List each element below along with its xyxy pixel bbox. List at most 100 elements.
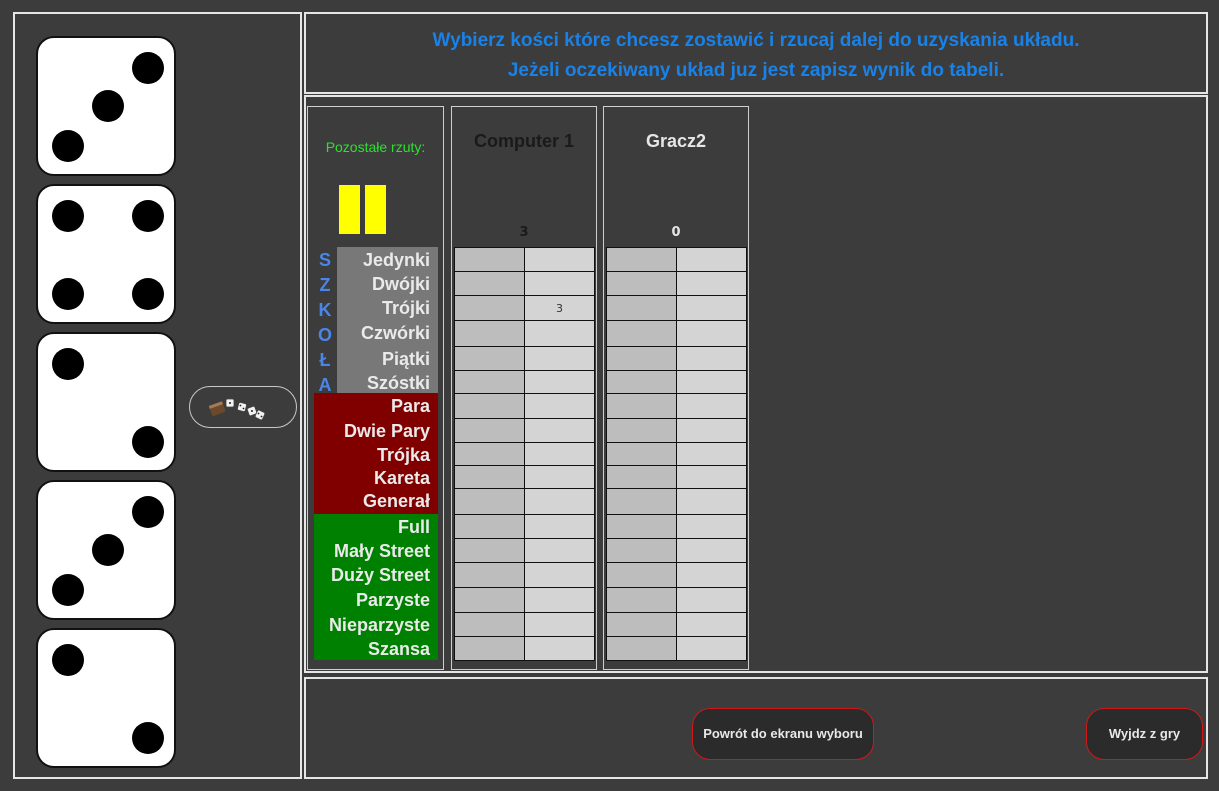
score-cell[interactable] (606, 514, 677, 539)
score-cell[interactable] (524, 538, 595, 563)
score-cell[interactable] (606, 247, 677, 272)
score-cell[interactable] (524, 514, 595, 539)
instruction-line-1: Wybierz kości które chcesz zostawić i rz… (432, 30, 1080, 51)
score-cell[interactable] (606, 442, 677, 466)
score-cell[interactable] (454, 271, 525, 296)
die-5[interactable] (36, 628, 176, 768)
score-cell[interactable] (606, 612, 677, 637)
score-cell[interactable] (606, 271, 677, 296)
score-cell[interactable] (524, 587, 595, 613)
score-cell[interactable]: 3 (524, 295, 595, 321)
category-label: Jedynki (362, 250, 430, 270)
die-pip (52, 574, 84, 606)
score-cell[interactable] (606, 418, 677, 443)
die-pip (52, 278, 84, 310)
die-pip (92, 90, 124, 122)
die-2[interactable] (36, 184, 176, 324)
score-cell[interactable] (454, 295, 525, 321)
category-label: Para (390, 396, 430, 416)
roll-dice-button[interactable] (189, 386, 297, 428)
score-cell[interactable] (606, 346, 677, 371)
die-pip (132, 722, 164, 754)
score-cell[interactable] (676, 538, 747, 563)
die-pip (52, 200, 84, 232)
score-cell[interactable] (454, 442, 525, 466)
score-cell[interactable] (454, 247, 525, 272)
score-cell[interactable] (676, 465, 747, 489)
score-cell[interactable] (454, 514, 525, 539)
footer-panel: Powrót do ekranu wyboru Wyjdz z gry (304, 677, 1208, 779)
category-label: Full (398, 517, 430, 537)
category-label: Trójka (376, 445, 430, 465)
score-cell[interactable] (454, 418, 525, 443)
score-cell[interactable] (524, 247, 595, 272)
score-cell[interactable] (676, 636, 747, 661)
score-cell[interactable] (676, 271, 747, 296)
score-cell[interactable] (524, 320, 595, 347)
score-cell[interactable] (606, 538, 677, 563)
instruction-line-2: Jeżeli oczekiwany układ juz jest zapisz … (507, 60, 1005, 81)
score-cell[interactable] (454, 346, 525, 371)
score-cell[interactable] (524, 612, 595, 637)
score-cell[interactable] (606, 465, 677, 489)
score-cell[interactable] (524, 488, 595, 515)
die-pip (132, 426, 164, 458)
score-cell[interactable] (454, 393, 525, 419)
score-cell[interactable] (676, 587, 747, 613)
score-cell[interactable] (454, 562, 525, 588)
player-total-score: 3 (519, 225, 529, 240)
score-cell[interactable] (524, 636, 595, 661)
score-cell[interactable] (524, 465, 595, 489)
score-cell[interactable] (676, 247, 747, 272)
score-cell[interactable] (606, 562, 677, 588)
die-pip (92, 534, 124, 566)
category-label: Duży Street (330, 565, 430, 585)
die-pip (52, 130, 84, 162)
exit-game-button[interactable]: Wyjdz z gry (1086, 708, 1203, 760)
score-cell[interactable] (524, 418, 595, 443)
score-cell[interactable] (524, 346, 595, 371)
die-3[interactable] (36, 332, 176, 472)
score-cell[interactable] (454, 587, 525, 613)
score-cell[interactable] (454, 612, 525, 637)
remaining-roll-bar (365, 185, 386, 234)
score-cell[interactable] (676, 442, 747, 466)
score-cell[interactable] (606, 488, 677, 515)
score-cell[interactable] (454, 465, 525, 489)
score-cell[interactable] (454, 370, 525, 394)
score-cell[interactable] (606, 295, 677, 321)
score-cell[interactable] (524, 393, 595, 419)
die-pip (132, 496, 164, 528)
score-cell[interactable] (524, 370, 595, 394)
score-cell[interactable] (676, 295, 747, 321)
score-cell[interactable] (454, 538, 525, 563)
score-cell[interactable] (524, 442, 595, 466)
score-cell[interactable] (524, 562, 595, 588)
score-cell[interactable] (454, 320, 525, 347)
score-cell[interactable] (676, 612, 747, 637)
score-cell[interactable] (524, 271, 595, 296)
score-cell[interactable] (454, 636, 525, 661)
score-cell[interactable] (676, 418, 747, 443)
score-cell[interactable] (676, 346, 747, 371)
score-cell[interactable] (676, 562, 747, 588)
back-to-selection-button[interactable]: Powrót do ekranu wyboru (692, 708, 874, 760)
score-cell[interactable] (454, 488, 525, 515)
score-cell[interactable] (606, 587, 677, 613)
score-cell[interactable] (606, 393, 677, 419)
score-cell[interactable] (676, 370, 747, 394)
score-cell[interactable] (676, 488, 747, 515)
score-cell[interactable] (606, 370, 677, 394)
score-cell[interactable] (676, 393, 747, 419)
die-1[interactable] (36, 36, 176, 176)
die-4[interactable] (36, 480, 176, 620)
score-cell[interactable] (676, 320, 747, 347)
category-label: Nieparzyste (328, 615, 430, 635)
dice-cup-icon (208, 398, 266, 421)
score-cell[interactable] (606, 636, 677, 661)
category-label: Kareta (373, 468, 430, 488)
score-cell[interactable] (606, 320, 677, 347)
score-cell[interactable] (676, 514, 747, 539)
die-pip (52, 348, 84, 380)
player-name: Gracz2 (645, 131, 707, 151)
